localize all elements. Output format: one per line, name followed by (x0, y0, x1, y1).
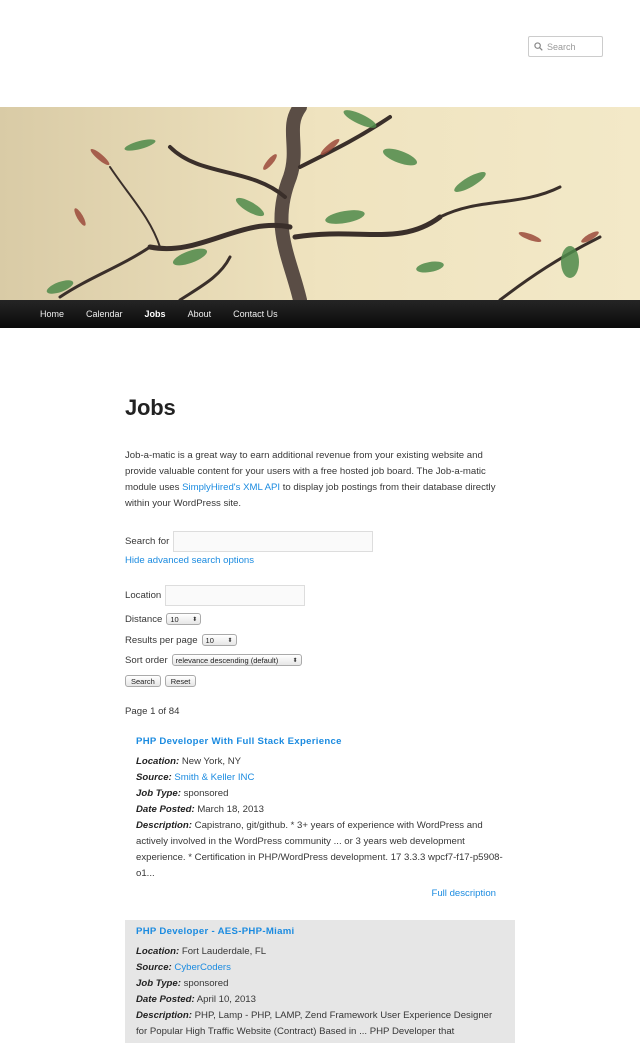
chevron-updown-icon: ⬍ (227, 637, 233, 644)
job-source: Source: CyberCoders (136, 962, 231, 973)
job-source-link[interactable]: CyberCoders (174, 962, 231, 973)
form-buttons: Search Reset (125, 675, 515, 687)
job-description: Description: PHP, Lamp - PHP, LAMP, Zend… (136, 1010, 493, 1037)
full-description-link[interactable]: Full description (431, 888, 496, 899)
search-icon (534, 42, 543, 51)
job-type: Job Type: sponsored (136, 788, 229, 799)
nav-item-jobs[interactable]: Jobs (134, 309, 177, 319)
results-label: Results per page (125, 634, 198, 646)
chevron-updown-icon: ⬍ (292, 657, 298, 664)
job-listing: PHP Developer With Full Stack Experience… (125, 734, 515, 906)
search-for-input[interactable] (173, 531, 374, 552)
job-source: Source: Smith & Keller INC (136, 772, 255, 783)
location-label: Location (125, 590, 162, 601)
distance-row: Distance 10 ⬍ (125, 613, 515, 625)
location-row: Location (125, 585, 515, 606)
site-search[interactable] (528, 36, 603, 57)
sort-row: Sort order relevance descending (default… (125, 654, 515, 666)
nav-item-contact-us[interactable]: Contact Us (222, 309, 289, 319)
results-row: Results per page 10 ⬍ (125, 634, 515, 646)
distance-label: Distance (125, 613, 163, 625)
distance-value: 10 (170, 614, 179, 624)
search-button[interactable]: Search (125, 675, 161, 687)
job-date: Date Posted: March 18, 2013 (136, 804, 264, 815)
search-for-label: Search for (125, 536, 170, 547)
job-title-link[interactable]: PHP Developer - AES-PHP-Miami (136, 924, 504, 940)
job-source-link[interactable]: Smith & Keller INC (174, 772, 254, 783)
simplyhired-link[interactable]: SimplyHired's XML API (182, 482, 280, 493)
chevron-updown-icon: ⬍ (192, 616, 198, 623)
header-image (0, 107, 640, 300)
results-value: 10 (205, 635, 214, 645)
page-title: Jobs (125, 395, 176, 420)
intro-text: Job-a-matic is a great way to earn addit… (125, 448, 515, 512)
job-type: Job Type: sponsored (136, 978, 229, 989)
sort-label: Sort order (125, 654, 168, 666)
job-description: Description: Capistrano, git/github. * 3… (136, 820, 503, 879)
nav-item-home[interactable]: Home (29, 309, 75, 319)
location-input[interactable] (165, 585, 306, 606)
results-select[interactable]: 10 ⬍ (201, 634, 237, 646)
search-input[interactable] (547, 41, 599, 52)
job-listing: PHP Developer - AES-PHP-Miami Location: … (125, 920, 515, 1043)
reset-button[interactable]: Reset (164, 675, 197, 687)
hide-advanced-link[interactable]: Hide advanced search options (125, 555, 254, 566)
nav-item-calendar[interactable]: Calendar (75, 309, 134, 319)
job-title-link[interactable]: PHP Developer With Full Stack Experience (136, 734, 504, 750)
search-for-row: Search for (125, 531, 515, 552)
nav-item-about[interactable]: About (177, 309, 223, 319)
main-content: Jobs Job-a-matic is a great way to earn … (125, 395, 515, 717)
job-location: Location: New York, NY (136, 756, 242, 767)
sort-value: relevance descending (default) (175, 655, 279, 665)
distance-select[interactable]: 10 ⬍ (166, 613, 202, 625)
job-location: Location: Fort Lauderdale, FL (136, 946, 267, 957)
sort-select[interactable]: relevance descending (default) ⬍ (171, 654, 302, 666)
pagination-info: Page 1 of 84 (125, 706, 180, 717)
main-nav: Home Calendar Jobs About Contact Us (0, 300, 640, 328)
job-date: Date Posted: April 10, 2013 (136, 994, 256, 1005)
